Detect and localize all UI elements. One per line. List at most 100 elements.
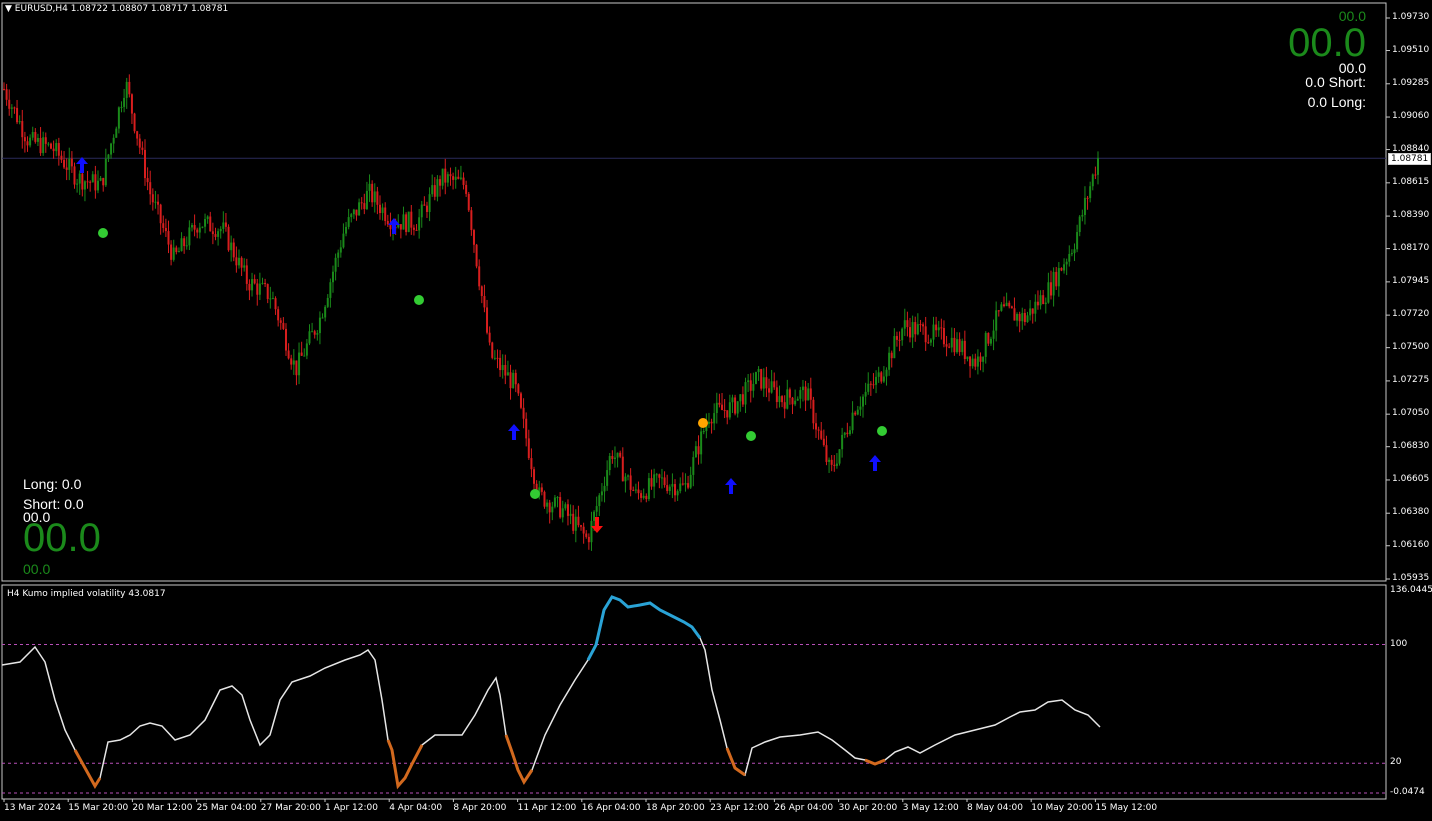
candle-body bbox=[467, 193, 470, 211]
candle-body bbox=[634, 489, 637, 491]
candle-body bbox=[355, 209, 358, 216]
candle-body bbox=[26, 141, 29, 146]
time-axis-label: 3 May 12:00 bbox=[902, 803, 959, 813]
price-axis-label: 1.07945 bbox=[1392, 275, 1430, 286]
candle-body bbox=[950, 337, 953, 348]
trading-terminal-chart[interactable]: ▼ EURUSD,H4 1.08722 1.08807 1.08717 1.08… bbox=[0, 0, 1432, 821]
candle-body bbox=[872, 384, 875, 386]
candle-body bbox=[1018, 313, 1021, 322]
chart-canvas[interactable] bbox=[0, 0, 1432, 821]
price-axis-label: 1.08615 bbox=[1392, 176, 1430, 187]
candle-body bbox=[629, 475, 632, 490]
candle-body bbox=[446, 174, 449, 183]
bottom-left-big-value: 00.0 bbox=[23, 516, 101, 560]
candle-body bbox=[506, 372, 509, 376]
candle-body bbox=[901, 328, 904, 341]
candle-body bbox=[627, 475, 630, 477]
candle-body bbox=[324, 306, 327, 318]
candle-body bbox=[911, 322, 914, 338]
candle-body bbox=[963, 340, 966, 360]
candle-body bbox=[572, 513, 575, 531]
candle-body bbox=[326, 297, 329, 307]
candle-body bbox=[55, 143, 58, 152]
candle-body bbox=[60, 155, 63, 160]
candle-body bbox=[796, 398, 799, 401]
candle-body bbox=[452, 176, 455, 180]
price-axis-label: 1.07050 bbox=[1392, 408, 1430, 419]
candle-body bbox=[580, 525, 583, 527]
price-axis-label: 1.08170 bbox=[1392, 242, 1430, 253]
candle-body bbox=[112, 137, 115, 144]
candle-body bbox=[903, 320, 906, 329]
candle-body bbox=[749, 380, 752, 391]
candle-body bbox=[284, 328, 287, 351]
candle-body bbox=[825, 445, 828, 462]
candle-body bbox=[715, 402, 718, 414]
candle-body bbox=[1044, 302, 1047, 305]
candle-body bbox=[694, 446, 697, 458]
candle-body bbox=[154, 201, 157, 203]
candle-body bbox=[676, 491, 679, 496]
candle-body bbox=[159, 204, 162, 224]
arrow-down-icon bbox=[591, 517, 603, 533]
price-axis-label: 1.07500 bbox=[1392, 341, 1430, 352]
candle-body bbox=[8, 99, 11, 109]
candle-body bbox=[279, 320, 282, 323]
candle-body bbox=[945, 344, 948, 347]
candle-body bbox=[757, 369, 760, 373]
price-axis-label: 1.05935 bbox=[1392, 573, 1430, 583]
candle-body bbox=[603, 485, 606, 492]
candle-body bbox=[658, 474, 661, 478]
candle-body bbox=[509, 372, 512, 389]
symbol-dropdown[interactable]: ▼ EURUSD,H4 1.08722 1.08807 1.08717 1.08… bbox=[5, 4, 228, 14]
arrow-up-icon bbox=[725, 478, 737, 494]
time-axis-label: 30 Apr 20:00 bbox=[838, 803, 898, 813]
candle-body bbox=[10, 107, 13, 109]
candle-body bbox=[684, 483, 687, 485]
candle-body bbox=[287, 350, 290, 359]
candle-body bbox=[613, 457, 616, 459]
candle-body bbox=[987, 332, 990, 344]
bottom-left-long: Long: 0.0 bbox=[23, 476, 82, 492]
candle-body bbox=[271, 298, 274, 300]
candle-body bbox=[185, 245, 188, 247]
arrow-up-icon bbox=[508, 424, 520, 440]
time-axis-label: 13 Mar 2024 bbox=[4, 803, 62, 813]
time-axis-label: 10 May 20:00 bbox=[1031, 803, 1093, 813]
candle-body bbox=[459, 177, 462, 179]
candle-body bbox=[559, 497, 562, 518]
candle-body bbox=[368, 183, 371, 191]
candle-body bbox=[976, 356, 979, 367]
candle-body bbox=[702, 431, 705, 433]
candle-body bbox=[130, 94, 133, 114]
signal-dot-orange bbox=[698, 418, 708, 428]
candle-body bbox=[517, 384, 520, 394]
candle-body bbox=[553, 497, 556, 507]
price-axis-label: 1.09060 bbox=[1392, 111, 1430, 122]
candle-body bbox=[204, 218, 207, 227]
candle-body bbox=[91, 174, 94, 183]
candle-body bbox=[668, 486, 671, 492]
candle-body bbox=[1029, 308, 1032, 316]
candle-body bbox=[1083, 197, 1086, 215]
candle-body bbox=[1034, 301, 1037, 314]
candle-body bbox=[347, 217, 350, 227]
candle-body bbox=[123, 97, 126, 107]
candle-body bbox=[843, 432, 846, 435]
candle-body bbox=[488, 332, 491, 343]
candle-body bbox=[352, 209, 355, 215]
candle-body bbox=[551, 506, 554, 513]
candle-body bbox=[1063, 264, 1066, 271]
time-axis-label: 26 Apr 04:00 bbox=[774, 803, 834, 813]
time-axis-label: 27 Mar 20:00 bbox=[260, 803, 321, 813]
candle-body bbox=[564, 504, 567, 509]
candle-body bbox=[556, 497, 559, 499]
volatility-low-segment bbox=[504, 734, 534, 785]
candle-body bbox=[773, 381, 776, 388]
candle-body bbox=[68, 158, 71, 170]
candle-body bbox=[384, 207, 387, 221]
candle-body bbox=[687, 483, 690, 488]
symbol-info: EURUSD,H4 1.08722 1.08807 1.08717 1.0878… bbox=[14, 4, 229, 14]
candle-body bbox=[888, 352, 891, 370]
candle-body bbox=[146, 178, 149, 183]
